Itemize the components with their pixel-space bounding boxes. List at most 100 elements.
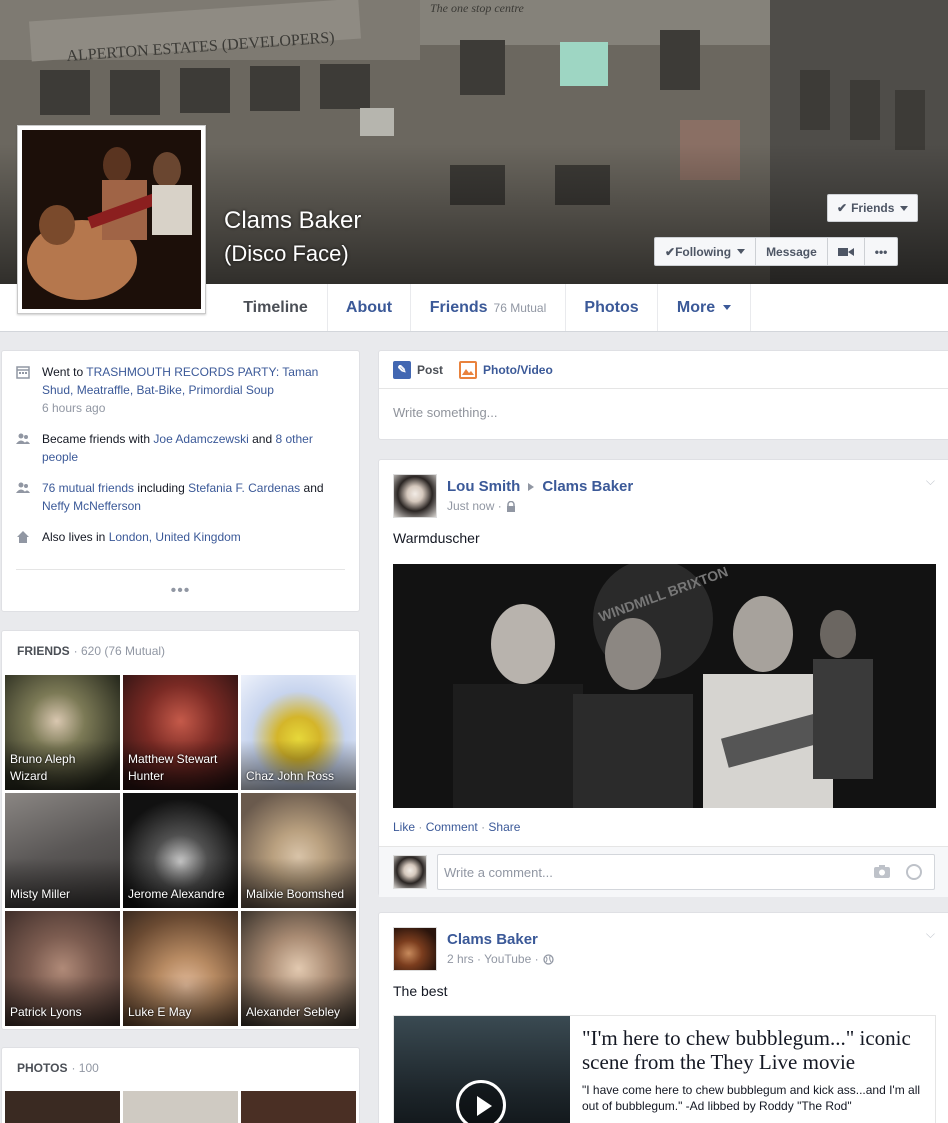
friends-section-header[interactable]: FRIENDS · 620 (76 Mutual) [2,631,359,671]
comment-bar: Write a comment... [379,846,948,897]
photos-section-header[interactable]: PHOTOS · 100 [2,1048,359,1088]
friend-name: Misty Miller [10,887,70,901]
new-friend-link[interactable]: Joe Adamczewski [153,432,248,446]
emoji-icon[interactable] [906,864,922,880]
friends-grid: Bruno Aleph Wizard Matthew Stewart Hunte… [5,675,358,1026]
comment-input[interactable]: Write a comment... [437,854,935,890]
check-icon: ✔ [665,244,676,259]
play-icon[interactable] [456,1080,506,1123]
post-author-link[interactable]: Clams Baker [447,931,538,948]
video-link-preview[interactable]: "I'm here to chew bubblegum..." iconic s… [393,1015,936,1123]
friend-tile[interactable]: Luke E May [123,911,238,1026]
photo-thumbnail[interactable] [5,1091,120,1123]
lock-icon [506,500,515,512]
friend-name: Bruno Aleph Wizard [10,752,76,783]
profile-photo-image [22,130,201,309]
photo-thumbnail[interactable] [123,1091,238,1123]
composer-input[interactable]: Write something... [379,389,948,436]
intro-see-more-button[interactable]: ••• [16,569,345,611]
friends-section-count: · 620 (76 Mutual) [73,644,166,658]
mutual-friend-link-2[interactable]: Neffy McNefferson [42,499,141,513]
tab-friends-label: Friends [429,298,488,316]
video-title[interactable]: "I'm here to chew bubblegum..." iconic s… [582,1026,923,1074]
friend-name: Alexander Sebley [246,1005,341,1019]
comment-placeholder: Write a comment... [444,864,553,880]
share-link[interactable]: Share [488,820,520,834]
video-description: "I have come here to chew bubblegum and … [582,1083,921,1113]
composer-photo-tab[interactable]: Photo/Video [459,360,553,379]
post-text: Warmduscher [393,530,480,546]
more-options-label: ••• [874,244,888,259]
friends-button[interactable]: ✔ Friends [827,194,919,222]
intro-friends-mid: and [248,432,276,446]
globe-icon [542,953,554,965]
more-options-button[interactable]: ••• [865,238,898,265]
tab-more[interactable]: More [658,284,751,331]
post-time[interactable]: 2 hrs · YouTube · [447,952,539,966]
tab-timeline[interactable]: Timeline [224,284,328,331]
chevron-down-icon[interactable]: ⌵ [926,474,935,489]
friends-section-title: FRIENDS [17,644,70,658]
friend-tile[interactable]: Bruno Aleph Wizard [5,675,120,790]
profile-picture[interactable] [17,125,206,314]
event-time: 6 hours ago [42,401,106,415]
photos-card: PHOTOS · 100 [1,1047,360,1123]
tab-about[interactable]: About [328,284,411,331]
post-card: Clams Baker 2 hrs · YouTube · ⌵ The best… [378,912,948,1123]
friends-icon [16,433,30,444]
tab-about-label: About [345,298,393,316]
tab-friends[interactable]: Friends 76 Mutual [411,284,566,331]
cover-sign-text-2: The one stop centre [430,1,525,15]
friend-name: Patrick Lyons [10,1005,82,1019]
message-button[interactable]: Message [756,238,828,265]
post-actions: Like · Comment · Share [393,820,521,834]
tab-photos[interactable]: Photos [566,284,658,331]
video-camera-icon [837,247,854,256]
camera-icon[interactable] [874,865,890,878]
friend-tile[interactable]: Jerome Alexandre [123,793,238,908]
author-avatar[interactable] [393,474,437,518]
tab-timeline-label: Timeline [243,298,308,316]
chevron-down-icon [900,205,909,211]
friend-name: Chaz John Ross [246,769,335,783]
friend-tile[interactable]: Misty Miller [5,793,120,908]
following-button[interactable]: ✔ Following [655,238,757,265]
photos-section-title: PHOTOS [17,1061,68,1075]
composer-post-tab[interactable]: ✎ Post [393,360,443,379]
friend-name: Matthew Stewart Hunter [128,752,218,783]
like-link[interactable]: Like [393,820,415,834]
post-author-link[interactable]: Lou Smith [447,478,520,495]
location-link[interactable]: London, United Kingdom [109,530,241,544]
video-call-button[interactable] [828,238,865,265]
comment-link[interactable]: Comment [426,820,478,834]
friend-tile[interactable]: Matthew Stewart Hunter [123,675,238,790]
friends-button-label: Friends [851,201,895,215]
pencil-icon: ✎ [393,360,411,379]
photos-section-count: · 100 [71,1061,99,1075]
intro-lives-row: Also lives in London, United Kingdom [16,528,345,546]
composer-photo-label: Photo/Video [483,362,553,377]
following-button-label: Following [675,244,732,259]
commenter-avatar [393,855,427,889]
profile-name: Clams Baker [224,207,362,234]
post-target-link[interactable]: Clams Baker [542,478,633,495]
friend-name: Jerome Alexandre [128,887,225,901]
friend-tile[interactable]: Alexander Sebley [241,911,356,1026]
friend-tile[interactable]: Malixie Boomshed [241,793,356,908]
friend-tile[interactable]: Patrick Lyons [5,911,120,1026]
mutual-friends-link[interactable]: 76 mutual friends [42,481,134,495]
post-photo[interactable]: WINDMILL BRIXTON [393,564,936,808]
post-time[interactable]: Just now · [447,499,502,513]
chevron-down-icon[interactable]: ⌵ [926,927,935,942]
mutual-friend-link-1[interactable]: Stefania F. Cardenas [188,481,300,495]
friend-tile[interactable]: Chaz John Ross [241,675,356,790]
video-thumbnail[interactable] [394,1016,570,1123]
intro-event-row: Went to TRASHMOUTH RECORDS PARTY: Taman … [16,363,345,417]
tab-photos-label: Photos [584,298,639,316]
photo-thumbnail[interactable] [241,1091,356,1123]
tab-friends-mutual-count: 76 Mutual [493,300,547,315]
intro-card: Went to TRASHMOUTH RECORDS PARTY: Taman … [1,350,360,612]
author-avatar[interactable] [393,927,437,971]
friends-card: FRIENDS · 620 (76 Mutual) Bruno Aleph Wi… [1,630,360,1030]
home-icon [17,531,29,543]
